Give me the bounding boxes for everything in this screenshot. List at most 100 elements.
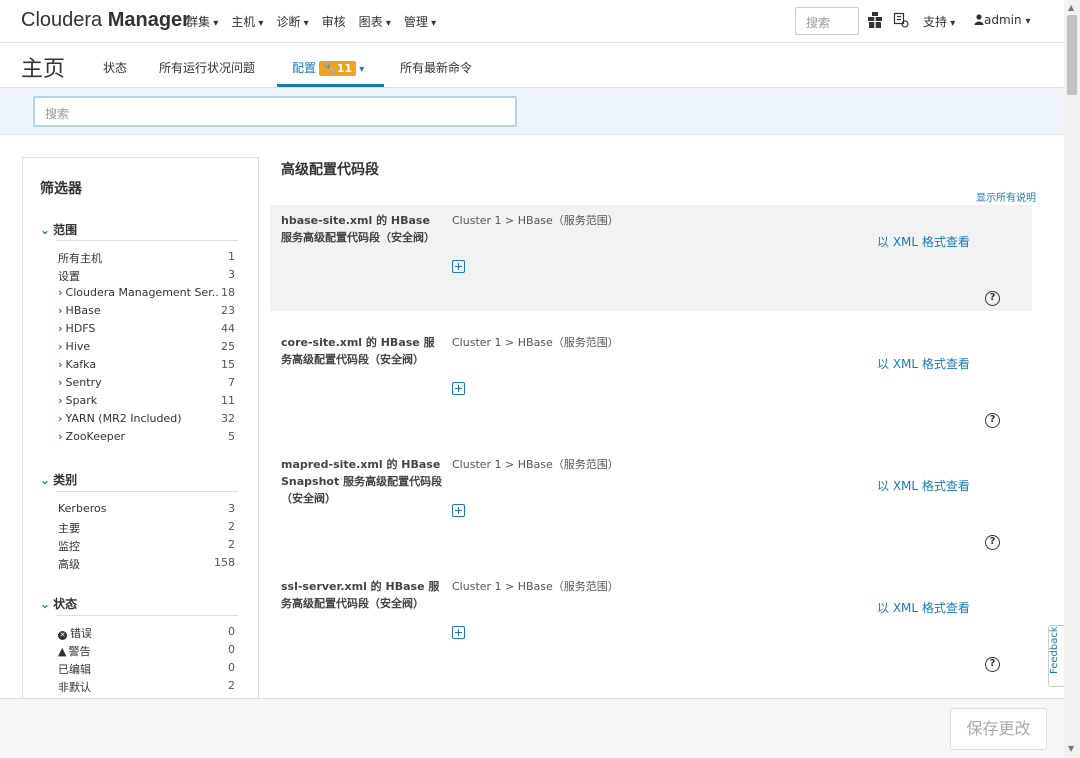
add-icon[interactable] [452, 382, 465, 395]
tab-status[interactable]: 状态 [103, 59, 127, 76]
chevron-right-icon: › [58, 340, 63, 353]
nav-admin[interactable]: 管理 [404, 13, 436, 30]
filter-item[interactable]: 设置 3 [58, 268, 235, 286]
user-menu[interactable]: admin [974, 13, 1030, 27]
help-icon[interactable]: ? [985, 413, 1000, 428]
show-all-descriptions-link[interactable]: 显示所有说明 [976, 189, 1036, 204]
filter-item[interactable]: › ZooKeeper 5 [58, 430, 235, 448]
config-search-input[interactable]: 搜索 [33, 96, 517, 127]
support-menu[interactable]: 支持 [923, 13, 955, 30]
view-as-xml-link[interactable]: 以 XML 格式查看 [877, 477, 970, 494]
filter-item-count: 18 [221, 286, 235, 299]
divider [56, 491, 238, 492]
filter-item[interactable]: 高级 158 [58, 556, 235, 574]
filter-section-scope[interactable]: ⌄ 范围 [40, 221, 77, 238]
nav-hosts[interactable]: 主机 [231, 13, 263, 30]
chevron-right-icon: › [58, 322, 63, 335]
feedback-tab[interactable]: Feedback [1048, 625, 1064, 687]
add-icon[interactable] [452, 260, 465, 273]
view-as-xml-link[interactable]: 以 XML 格式查看 [877, 599, 970, 616]
filter-item-count: 7 [228, 376, 235, 389]
config-issues-badge: 🔧11 [319, 61, 357, 76]
filter-item[interactable]: › Hive 25 [58, 340, 235, 358]
help-icon[interactable]: ? [985, 291, 1000, 306]
filter-item-label: Kafka [65, 358, 97, 371]
footer-bar: 保存更改 [0, 698, 1064, 758]
user-icon [974, 14, 984, 25]
view-as-xml-link[interactable]: 以 XML 格式查看 [877, 233, 970, 250]
chevron-right-icon: › [58, 376, 63, 389]
filter-item-label: 主要 [58, 522, 80, 535]
config-row: mapred-site.xml 的 HBase Snapshot 服务高级配置代… [270, 449, 1032, 555]
scrollbar[interactable]: ▲ ▼ [1064, 0, 1080, 758]
filter-item[interactable]: › HBase 23 [58, 304, 235, 322]
nav-audits[interactable]: 审核 [322, 13, 346, 30]
filter-item-count: 11 [221, 394, 235, 407]
scroll-down-icon[interactable]: ▼ [1068, 744, 1074, 753]
config-row: ssl-server.xml 的 HBase 服务高级配置代码段（安全阀） Cl… [270, 571, 1032, 677]
filter-item[interactable]: 监控 2 [58, 538, 235, 556]
filter-item[interactable]: 所有主机 1 [58, 250, 235, 268]
filter-item[interactable]: ✕ 错误 0 [58, 625, 235, 643]
filter-item-count: 15 [221, 358, 235, 371]
page-title: 主页 [21, 57, 66, 82]
chevron-right-icon: › [58, 394, 63, 407]
add-icon[interactable] [452, 626, 465, 639]
global-search-input[interactable]: 搜索 [795, 7, 859, 35]
filter-item[interactable]: › YARN (MR2 Included) 32 [58, 412, 235, 430]
tab-recent-commands[interactable]: 所有最新命令 [400, 59, 472, 76]
filter-section-status[interactable]: ⌄ 状态 [40, 595, 77, 612]
config-scope: Cluster 1 > HBase（服务范围） [452, 458, 619, 471]
filter-item[interactable]: 已编辑 0 [58, 661, 235, 679]
filter-item-label: Hive [65, 340, 91, 353]
filter-item[interactable]: › Cloudera Management Ser... 18 [58, 286, 235, 304]
filter-item[interactable]: ▲ 警告 0 [58, 643, 235, 661]
active-tab-indicator [277, 84, 384, 87]
nav-charts[interactable]: 图表 [359, 13, 391, 30]
filter-item-count: 158 [214, 556, 235, 569]
top-nav: 群集 主机 诊断 审核 图表 管理 [186, 13, 449, 30]
filter-item[interactable]: › HDFS 44 [58, 322, 235, 340]
chevron-down-icon: ⌄ [40, 223, 51, 237]
chevron-down-icon: ⌄ [40, 597, 51, 611]
filter-item-label: 警告 [68, 645, 91, 658]
tab-configuration[interactable]: 配置 🔧11 ▾ [292, 59, 364, 76]
parcel-icon[interactable] [867, 11, 883, 29]
config-name: core-site.xml 的 HBase 服务高级配置代码段（安全阀） [281, 336, 435, 366]
save-changes-button[interactable]: 保存更改 [950, 708, 1047, 750]
chevron-right-icon: › [58, 286, 63, 299]
nav-clusters[interactable]: 群集 [186, 13, 218, 30]
filter-item-label: 所有主机 [58, 252, 102, 265]
filter-item[interactable]: › Spark 11 [58, 394, 235, 412]
scroll-up-icon[interactable]: ▲ [1068, 3, 1074, 12]
error-icon: ✕ [58, 631, 67, 640]
filter-item-count: 25 [221, 340, 235, 353]
chevron-right-icon: › [58, 430, 63, 443]
tab-configuration-label: 配置 [292, 61, 317, 75]
filter-item-label: 错误 [70, 627, 92, 640]
config-row: core-site.xml 的 HBase 服务高级配置代码段（安全阀） Clu… [270, 327, 1032, 433]
filter-item-count: 2 [228, 538, 235, 551]
help-icon[interactable]: ? [985, 535, 1000, 550]
view-as-xml-link[interactable]: 以 XML 格式查看 [877, 355, 970, 372]
section-title: 高级配置代码段 [281, 162, 379, 178]
filter-item[interactable]: 主要 2 [58, 520, 235, 538]
filter-item[interactable]: › Kafka 15 [58, 358, 235, 376]
filter-item[interactable]: Kerberos 3 [58, 502, 235, 520]
scrollbar-thumb[interactable] [1067, 15, 1077, 95]
filter-item-label: 非默认 [58, 681, 91, 694]
tab-health-issues[interactable]: 所有运行状况问题 [159, 59, 255, 76]
filter-item-label: 已编辑 [58, 663, 91, 676]
add-icon[interactable] [452, 504, 465, 517]
app-logo[interactable]: Cloudera Manager [21, 9, 190, 32]
tasks-icon[interactable] [893, 11, 909, 29]
filter-item-label: 监控 [58, 540, 80, 553]
help-icon[interactable]: ? [985, 657, 1000, 672]
chevron-right-icon: › [58, 304, 63, 317]
nav-diagnostics[interactable]: 诊断 [276, 13, 308, 30]
filter-item-label: 高级 [58, 558, 80, 571]
filter-section-category[interactable]: ⌄ 类别 [40, 471, 77, 488]
filter-item[interactable]: › Sentry 7 [58, 376, 235, 394]
filter-item-count: 2 [228, 520, 235, 533]
filter-item[interactable]: 非默认 2 [58, 679, 235, 697]
